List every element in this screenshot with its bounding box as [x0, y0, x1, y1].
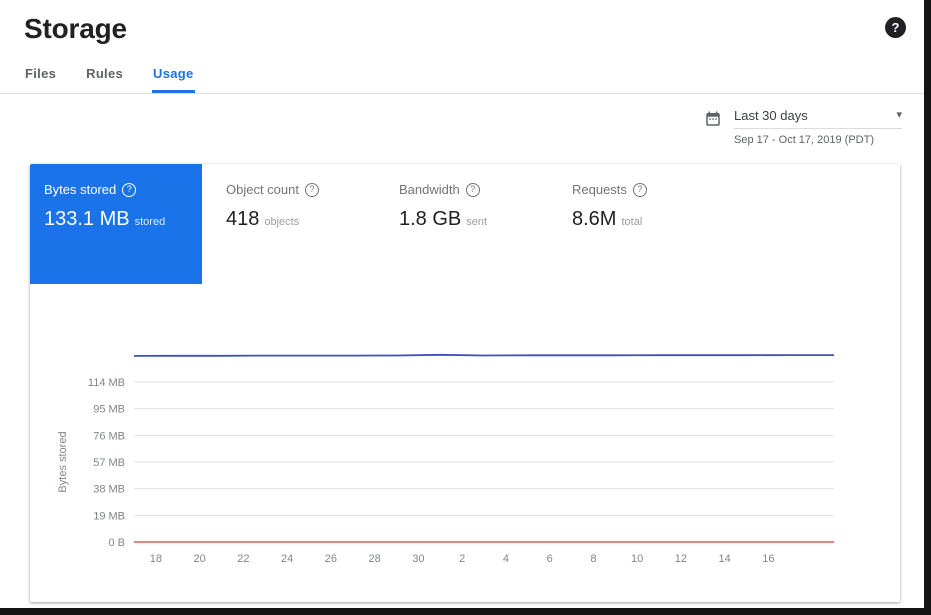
tab-files[interactable]: Files — [24, 58, 57, 93]
metric-value: 8.6M — [572, 208, 616, 230]
tab-label: Rules — [86, 66, 123, 81]
metric-tile-bytes-stored[interactable]: Bytes stored ? 133.1 MB stored — [30, 164, 202, 284]
metric-value-row: 1.8 GB sent — [399, 208, 540, 231]
metric-label-row: Object count ? — [226, 182, 367, 197]
date-range-detail: Sep 17 - Oct 17, 2019 (PDT) — [734, 129, 902, 146]
x-tick-label: 14 — [719, 553, 731, 565]
metric-value: 1.8 GB — [399, 208, 461, 230]
y-tick-label: 76 MB — [93, 430, 125, 442]
metric-unit: stored — [135, 216, 166, 228]
help-icon[interactable]: ? — [466, 183, 480, 197]
page-header: Storage ? — [0, 0, 924, 46]
metric-label: Object count — [226, 182, 299, 197]
y-tick-label: 19 MB — [93, 510, 125, 522]
metric-label-row: Bandwidth ? — [399, 182, 540, 197]
metric-tile-bandwidth[interactable]: Bandwidth ? 1.8 GB sent — [375, 164, 548, 231]
x-tick-label: 26 — [325, 553, 337, 565]
date-range-label: Last 30 days — [734, 108, 808, 123]
metric-unit: objects — [264, 216, 299, 228]
series-line — [134, 355, 834, 356]
date-range-current: Last 30 days ▾ — [734, 108, 902, 129]
y-tick-label: 114 MB — [88, 377, 125, 389]
chevron-down-icon: ▾ — [896, 110, 902, 121]
metric-label: Bandwidth — [399, 182, 460, 197]
tab-label: Files — [25, 66, 56, 81]
y-tick-label: 95 MB — [93, 404, 125, 416]
metric-label: Requests — [572, 182, 627, 197]
y-tick-label: 57 MB — [93, 457, 125, 469]
calendar-icon — [704, 110, 722, 133]
tab-rules[interactable]: Rules — [85, 58, 124, 93]
tab-label: Usage — [153, 66, 194, 81]
x-tick-label: 2 — [459, 553, 465, 565]
metric-value-row: 8.6M total — [572, 208, 713, 231]
metric-label: Bytes stored — [44, 182, 116, 197]
date-range-picker[interactable]: Last 30 days ▾ Sep 17 - Oct 17, 2019 (PD… — [704, 108, 902, 146]
x-tick-label: 30 — [412, 553, 424, 565]
toolbar: Last 30 days ▾ Sep 17 - Oct 17, 2019 (PD… — [0, 94, 924, 146]
x-tick-label: 12 — [675, 553, 687, 565]
usage-chart: 0 B19 MB38 MB57 MB76 MB95 MB114 MB182022… — [34, 327, 896, 579]
x-tick-label: 18 — [150, 553, 162, 565]
metric-unit: total — [621, 216, 642, 228]
usage-card: Bytes stored ? 133.1 MB stored Object cou… — [30, 164, 900, 602]
tab-usage[interactable]: Usage — [152, 58, 195, 93]
metric-value: 418 — [226, 208, 259, 230]
metric-label-row: Bytes stored ? — [44, 182, 194, 197]
help-icon[interactable]: ? — [305, 183, 319, 197]
question-mark-icon: ? — [892, 20, 900, 35]
x-tick-label: 28 — [369, 553, 381, 565]
metric-value: 133.1 MB — [44, 208, 130, 230]
x-tick-label: 20 — [194, 553, 206, 565]
x-tick-label: 22 — [237, 553, 249, 565]
x-tick-label: 6 — [547, 553, 553, 565]
metric-value-row: 133.1 MB stored — [44, 208, 194, 231]
help-icon[interactable]: ? — [122, 183, 136, 197]
page-title: Storage — [24, 12, 127, 46]
metric-unit: sent — [466, 216, 487, 228]
metric-value-row: 418 objects — [226, 208, 367, 231]
metric-label-row: Requests ? — [572, 182, 713, 197]
x-tick-label: 4 — [503, 553, 509, 565]
storage-page: Storage ? Files Rules Usage Last 30 days — [0, 0, 931, 615]
y-tick-label: 0 B — [108, 537, 125, 549]
y-tick-label: 38 MB — [93, 484, 125, 496]
metric-tile-object-count[interactable]: Object count ? 418 objects — [202, 164, 375, 231]
tab-bar: Files Rules Usage — [0, 58, 924, 94]
x-tick-label: 10 — [631, 553, 643, 565]
x-tick-label: 16 — [762, 553, 774, 565]
y-axis-label: Bytes stored — [57, 431, 69, 492]
x-tick-label: 24 — [281, 553, 293, 565]
page-help-button[interactable]: ? — [885, 17, 906, 38]
metric-tile-requests[interactable]: Requests ? 8.6M total — [548, 164, 721, 231]
date-range-dropdown[interactable]: Last 30 days ▾ Sep 17 - Oct 17, 2019 (PD… — [734, 108, 902, 146]
x-tick-label: 8 — [590, 553, 596, 565]
help-icon[interactable]: ? — [633, 183, 647, 197]
metric-selector-row: Bytes stored ? 133.1 MB stored Object cou… — [30, 164, 900, 284]
